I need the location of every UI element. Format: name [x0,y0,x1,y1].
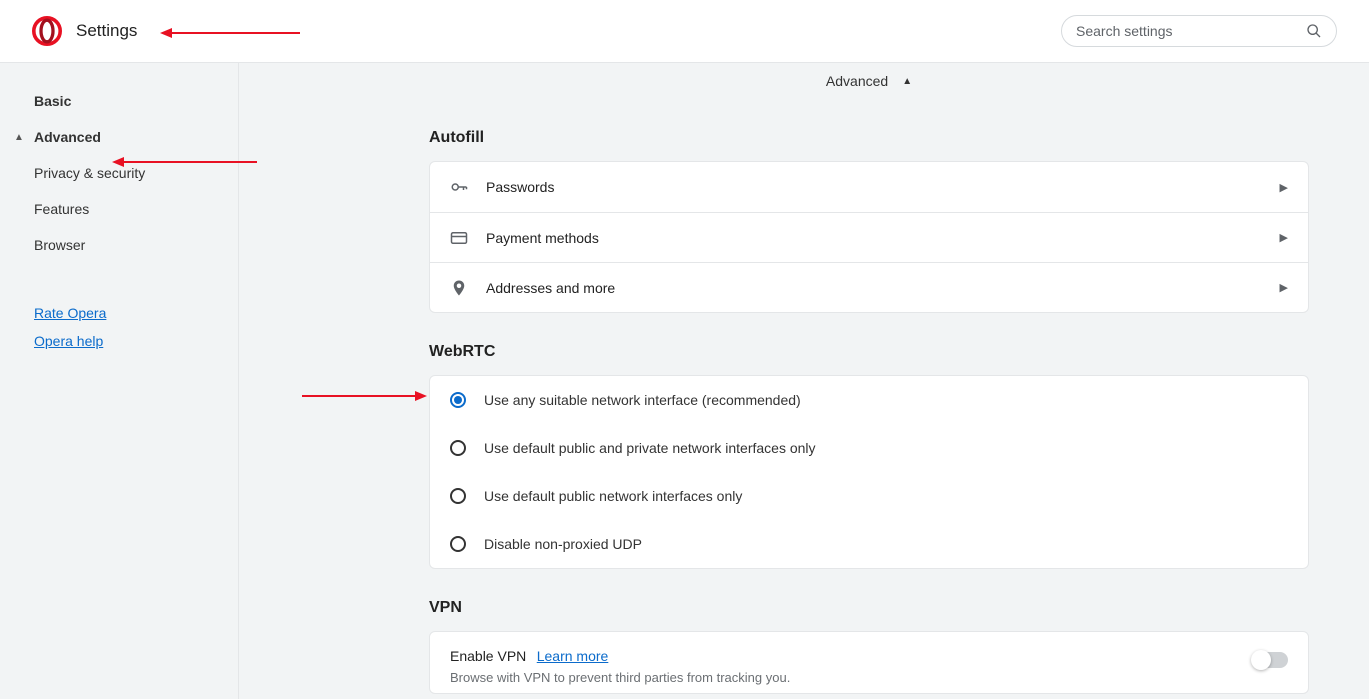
vpn-enable-label: Enable VPN [450,648,526,664]
sidebar-item-advanced[interactable]: ▲ Advanced [0,119,238,155]
radio-option-public-private[interactable]: Use default public and private network i… [430,424,1308,472]
search-box[interactable] [1061,15,1337,47]
row-label: Passwords [486,179,1280,195]
chevron-right-icon: ▶ [1280,231,1288,244]
sidebar-item-browser[interactable]: Browser [0,227,238,263]
content-area: Advanced ▲ Autofill Passwords ▶ Payment … [239,63,1369,699]
section-title: WebRTC [429,343,1309,361]
section-webrtc: WebRTC Use any suitable network interfac… [429,343,1309,569]
row-payment-methods[interactable]: Payment methods ▶ [430,212,1308,262]
chevron-right-icon: ▶ [1280,181,1288,194]
key-icon [450,178,486,196]
search-icon [1306,23,1322,39]
radio-label: Disable non-proxied UDP [484,536,642,552]
link-opera-help[interactable]: Opera help [0,327,238,355]
chevron-right-icon: ▶ [1280,281,1288,294]
advanced-collapse-pill[interactable]: Advanced ▲ [429,63,1309,99]
chevron-up-icon: ▲ [14,132,28,143]
row-label: Payment methods [486,230,1280,246]
chevron-up-icon: ▲ [902,76,912,87]
radio-label: Use default public network interfaces on… [484,488,742,504]
radio-icon [450,440,466,456]
advanced-pill-label: Advanced [826,73,888,89]
pin-icon [450,279,486,297]
toggle-vpn[interactable] [1252,652,1288,668]
row-passwords[interactable]: Passwords ▶ [430,162,1308,212]
row-enable-vpn: Enable VPN Learn more Browse with VPN to… [430,632,1308,693]
search-input[interactable] [1076,23,1306,39]
link-rate-opera[interactable]: Rate Opera [0,299,238,327]
sidebar-item-basic[interactable]: Basic [0,83,238,119]
radio-option-public-only[interactable]: Use default public network interfaces on… [430,472,1308,520]
sidebar-item-label: Advanced [34,129,101,145]
section-autofill: Autofill Passwords ▶ Payment methods ▶ [429,129,1309,313]
sidebar-item-features[interactable]: Features [0,191,238,227]
radio-icon [450,488,466,504]
link-learn-more[interactable]: Learn more [537,648,609,664]
section-title: VPN [429,599,1309,617]
sidebar: Basic ▲ Advanced Privacy & security Feat… [0,63,239,699]
radio-option-disable-udp[interactable]: Disable non-proxied UDP [430,520,1308,568]
vpn-desc: Browse with VPN to prevent third parties… [450,670,1252,685]
header-bar: Settings [0,0,1369,63]
radio-label: Use default public and private network i… [484,440,816,456]
row-label: Addresses and more [486,280,1280,296]
radio-option-any-interface[interactable]: Use any suitable network interface (reco… [430,376,1308,424]
card-icon [450,229,486,247]
radio-label: Use any suitable network interface (reco… [484,392,801,408]
opera-logo-icon [32,16,62,46]
page-title: Settings [76,21,137,41]
radio-icon [450,536,466,552]
section-vpn: VPN Enable VPN Learn more Browse with VP… [429,599,1309,694]
row-addresses[interactable]: Addresses and more ▶ [430,262,1308,312]
section-title: Autofill [429,129,1309,147]
sidebar-item-privacy[interactable]: Privacy & security [0,155,238,191]
radio-icon [450,392,466,408]
